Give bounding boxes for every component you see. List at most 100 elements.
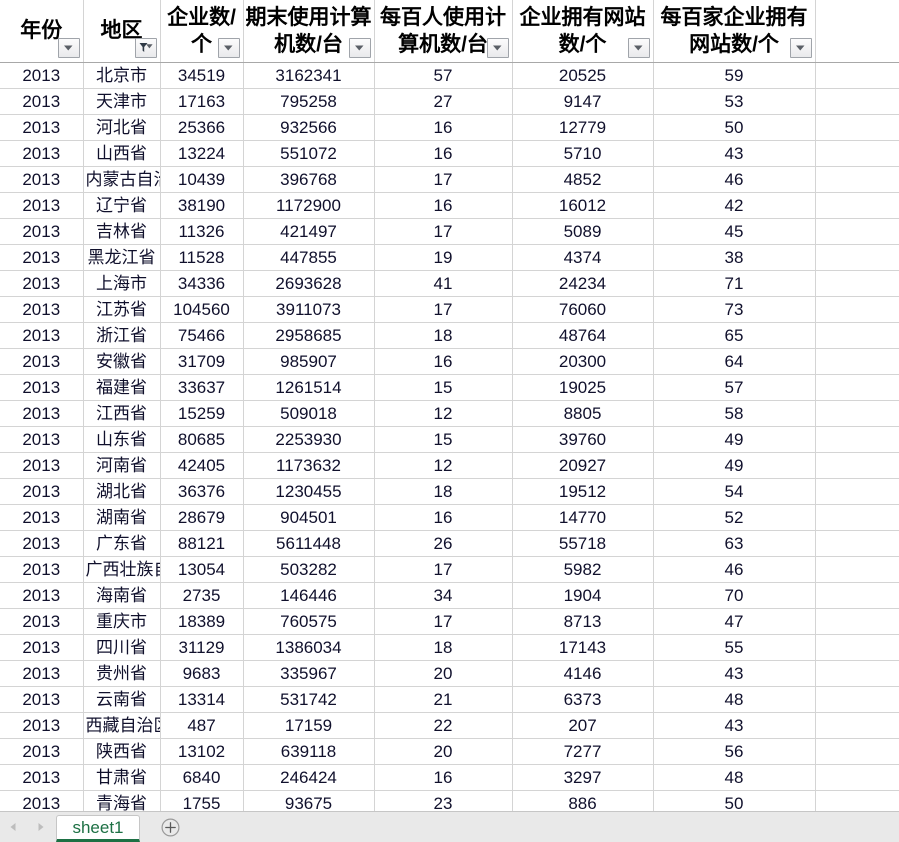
cell-year[interactable]: 2013 — [0, 62, 84, 89]
cell-websites_per_100[interactable]: 43 — [653, 660, 816, 687]
cell-websites_per_100[interactable]: 49 — [653, 426, 816, 453]
cell-year[interactable]: 2013 — [0, 88, 84, 115]
cell-computers[interactable]: 1172900 — [243, 192, 375, 219]
dropdown-arrow-icon[interactable] — [57, 37, 80, 58]
table-row[interactable]: 2013 云南省 13314 531742 21 6373 48 — [0, 686, 899, 713]
cell-websites_per_100[interactable]: 52 — [653, 504, 816, 531]
cell-websites_per_100[interactable]: 38 — [653, 244, 816, 271]
cell-computers_per_100[interactable]: 16 — [374, 348, 513, 375]
cell-region[interactable]: 江西省 — [83, 400, 161, 427]
cell-computers_per_100[interactable]: 17 — [374, 556, 513, 583]
cell-websites_per_100[interactable]: 46 — [653, 166, 816, 193]
cell-computers_per_100[interactable]: 15 — [374, 374, 513, 401]
cell-websites[interactable]: 5982 — [512, 556, 654, 583]
cell-empty[interactable] — [815, 192, 899, 219]
cell-websites_per_100[interactable]: 42 — [653, 192, 816, 219]
cell-computers_per_100[interactable]: 34 — [374, 582, 513, 609]
table-row[interactable]: 2013 青海省 1755 93675 23 886 50 — [0, 790, 899, 812]
cell-websites[interactable]: 5710 — [512, 140, 654, 167]
cell-websites_per_100[interactable]: 55 — [653, 634, 816, 661]
cell-empty[interactable] — [815, 556, 899, 583]
triangle-left-icon[interactable] — [6, 820, 20, 834]
cell-enterprises[interactable]: 25366 — [160, 114, 244, 141]
cell-enterprises[interactable]: 34519 — [160, 62, 244, 89]
cell-empty[interactable] — [815, 296, 899, 323]
cell-computers_per_100[interactable]: 41 — [374, 270, 513, 297]
cell-websites[interactable]: 55718 — [512, 530, 654, 557]
cell-websites_per_100[interactable]: 43 — [653, 140, 816, 167]
plus-circle-icon[interactable] — [160, 817, 180, 837]
cell-enterprises[interactable]: 13054 — [160, 556, 244, 583]
table-row[interactable]: 2013 安徽省 31709 985907 16 20300 64 — [0, 348, 899, 375]
cell-computers_per_100[interactable]: 19 — [374, 244, 513, 271]
funnel-filter-icon[interactable] — [134, 37, 157, 58]
cell-computers_per_100[interactable]: 18 — [374, 634, 513, 661]
cell-websites_per_100[interactable]: 65 — [653, 322, 816, 349]
table-row[interactable]: 2013 吉林省 11326 421497 17 5089 45 — [0, 218, 899, 245]
cell-empty[interactable] — [815, 426, 899, 453]
cell-websites[interactable]: 6373 — [512, 686, 654, 713]
cell-year[interactable]: 2013 — [0, 608, 84, 635]
cell-empty[interactable] — [815, 634, 899, 661]
cell-enterprises[interactable]: 13314 — [160, 686, 244, 713]
table-row[interactable]: 2013 山东省 80685 2253930 15 39760 49 — [0, 426, 899, 453]
cell-region[interactable]: 海南省 — [83, 582, 161, 609]
cell-computers[interactable]: 531742 — [243, 686, 375, 713]
cell-computers[interactable]: 396768 — [243, 166, 375, 193]
cell-computers_per_100[interactable]: 21 — [374, 686, 513, 713]
dropdown-arrow-icon[interactable] — [348, 37, 371, 58]
cell-computers_per_100[interactable]: 18 — [374, 322, 513, 349]
cell-year[interactable]: 2013 — [0, 634, 84, 661]
cell-computers[interactable]: 509018 — [243, 400, 375, 427]
cell-year[interactable]: 2013 — [0, 478, 84, 505]
cell-empty[interactable] — [815, 244, 899, 271]
cell-websites_per_100[interactable]: 50 — [653, 114, 816, 141]
cell-year[interactable]: 2013 — [0, 764, 84, 791]
cell-year[interactable]: 2013 — [0, 426, 84, 453]
cell-websites_per_100[interactable]: 64 — [653, 348, 816, 375]
cell-computers_per_100[interactable]: 18 — [374, 478, 513, 505]
cell-computers[interactable]: 1230455 — [243, 478, 375, 505]
cell-websites_per_100[interactable]: 57 — [653, 374, 816, 401]
cell-websites_per_100[interactable]: 47 — [653, 608, 816, 635]
dropdown-arrow-icon[interactable] — [627, 37, 650, 58]
cell-empty[interactable] — [815, 452, 899, 479]
cell-region[interactable]: 陕西省 — [83, 738, 161, 765]
cell-region[interactable]: 浙江省 — [83, 322, 161, 349]
cell-region[interactable]: 安徽省 — [83, 348, 161, 375]
cell-enterprises[interactable]: 487 — [160, 712, 244, 739]
cell-computers[interactable]: 932566 — [243, 114, 375, 141]
cell-region[interactable]: 广东省 — [83, 530, 161, 557]
cell-region[interactable]: 河南省 — [83, 452, 161, 479]
table-row[interactable]: 2013 湖南省 28679 904501 16 14770 52 — [0, 504, 899, 531]
cell-empty[interactable] — [815, 322, 899, 349]
cell-empty[interactable] — [815, 374, 899, 401]
cell-computers_per_100[interactable]: 23 — [374, 790, 513, 812]
table-row[interactable]: 2013 甘肃省 6840 246424 16 3297 48 — [0, 764, 899, 791]
header-empty-cell[interactable] — [815, 0, 899, 63]
cell-computers[interactable]: 2693628 — [243, 270, 375, 297]
cell-websites_per_100[interactable]: 46 — [653, 556, 816, 583]
cell-empty[interactable] — [815, 88, 899, 115]
cell-enterprises[interactable]: 15259 — [160, 400, 244, 427]
cell-computers_per_100[interactable]: 12 — [374, 400, 513, 427]
cell-region[interactable]: 山东省 — [83, 426, 161, 453]
cell-region[interactable]: 广西壮族自治区 — [83, 556, 161, 583]
cell-computers[interactable]: 3162341 — [243, 62, 375, 89]
table-row[interactable]: 2013 陕西省 13102 639118 20 7277 56 — [0, 738, 899, 765]
cell-websites_per_100[interactable]: 54 — [653, 478, 816, 505]
cell-region[interactable]: 云南省 — [83, 686, 161, 713]
cell-websites[interactable]: 48764 — [512, 322, 654, 349]
cell-year[interactable]: 2013 — [0, 140, 84, 167]
cell-websites_per_100[interactable]: 59 — [653, 62, 816, 89]
cell-websites_per_100[interactable]: 58 — [653, 400, 816, 427]
cell-year[interactable]: 2013 — [0, 218, 84, 245]
cell-region[interactable]: 辽宁省 — [83, 192, 161, 219]
cell-region[interactable]: 上海市 — [83, 270, 161, 297]
cell-websites[interactable]: 3297 — [512, 764, 654, 791]
table-row[interactable]: 2013 重庆市 18389 760575 17 8713 47 — [0, 608, 899, 635]
cell-computers[interactable]: 93675 — [243, 790, 375, 812]
cell-year[interactable]: 2013 — [0, 790, 84, 812]
cell-year[interactable]: 2013 — [0, 244, 84, 271]
cell-computers[interactable]: 335967 — [243, 660, 375, 687]
